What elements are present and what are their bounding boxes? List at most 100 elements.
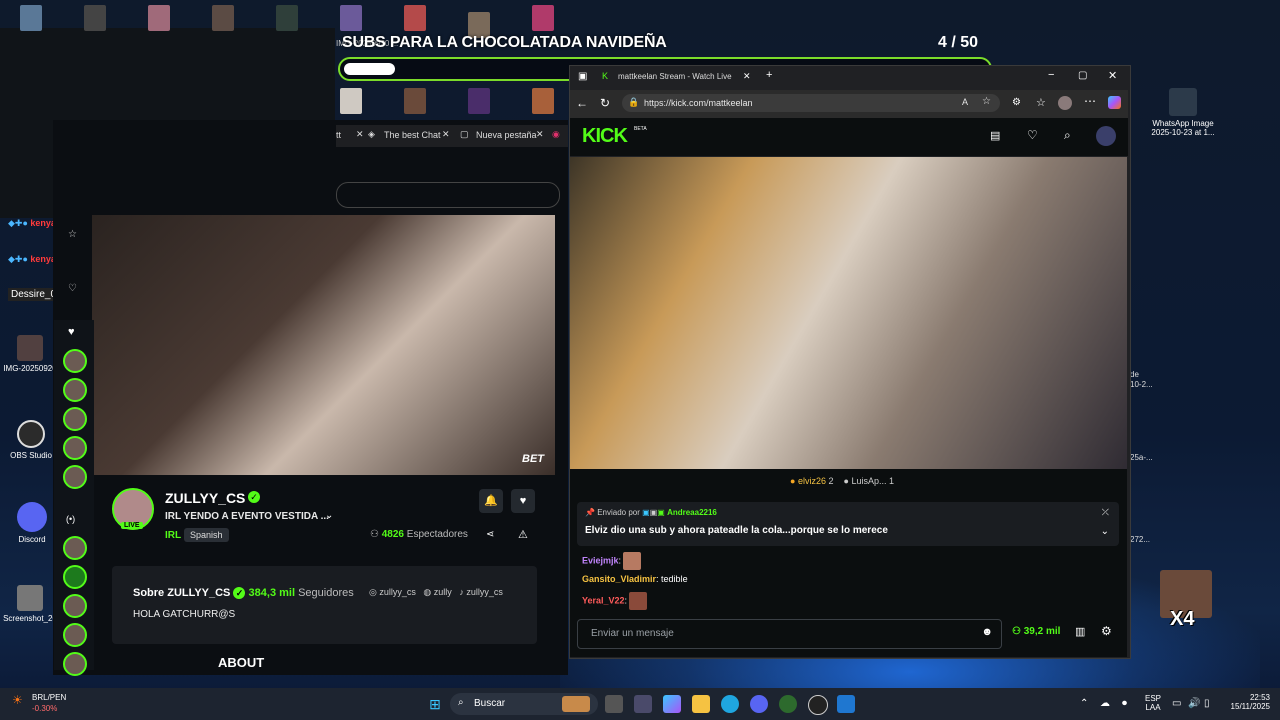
- copilot-app-icon[interactable]: [663, 695, 681, 713]
- tray-chevron-up-icon[interactable]: ⌃: [1080, 698, 1088, 709]
- notification-bell-button[interactable]: 🔔: [479, 489, 503, 513]
- file-explorer-icon[interactable]: [692, 695, 710, 713]
- tray-battery-icon[interactable]: ▯: [1204, 698, 1210, 709]
- close-icon[interactable]: ✕: [356, 129, 364, 140]
- clock[interactable]: 22:53 15/11/2025: [1226, 693, 1270, 711]
- maximize-icon[interactable]: ▢: [1078, 70, 1087, 81]
- desktop-thumb[interactable]: [532, 5, 554, 31]
- windows-start-icon[interactable]: ⊞: [426, 695, 444, 713]
- gifter-name[interactable]: LuisAp...: [851, 476, 886, 486]
- tray-cloud-icon[interactable]: ☁: [1100, 698, 1110, 709]
- bookmark-icon[interactable]: ☆: [982, 96, 991, 107]
- chat-username[interactable]: Eviejmjk: [582, 555, 619, 565]
- followed-channel-avatar[interactable]: [63, 565, 87, 589]
- chevron-down-icon[interactable]: ⌄: [325, 510, 333, 521]
- heart-icon[interactable]: ♥: [68, 326, 75, 338]
- url-field[interactable]: 🔒 https://kick.com/mattkeelan A ☆: [622, 94, 1000, 112]
- gear-icon[interactable]: ⚙: [1101, 624, 1112, 638]
- desktop-icon-whatsapp-image[interactable]: WhatsApp Image 2025-10-23 at 1...: [1148, 88, 1218, 137]
- unpin-icon[interactable]: ⤫: [1102, 507, 1109, 518]
- kick-logo[interactable]: KICK: [582, 125, 628, 148]
- left-address-bar[interactable]: [336, 182, 560, 208]
- close-icon[interactable]: ✕: [536, 129, 544, 140]
- followed-channel-avatar[interactable]: [63, 436, 87, 460]
- saved-icon[interactable]: ▤: [990, 129, 1000, 142]
- extensions-icon[interactable]: ⚙: [1012, 97, 1021, 108]
- tiktok-link[interactable]: zullyy_cs: [466, 587, 503, 597]
- desktop-thumb[interactable]: [532, 88, 554, 114]
- heart-outline-icon[interactable]: ♡: [68, 283, 77, 294]
- more-icon[interactable]: ⋯: [1084, 94, 1096, 108]
- favorites-icon[interactable]: ☆: [1036, 96, 1046, 109]
- search-icon[interactable]: ⌕: [1064, 128, 1071, 143]
- close-icon[interactable]: ✕: [442, 129, 450, 140]
- store-app-icon[interactable]: [634, 695, 652, 713]
- desktop-thumb[interactable]: [84, 5, 106, 31]
- share-icon[interactable]: ⋖: [486, 529, 494, 540]
- star-icon[interactable]: ☆: [68, 229, 77, 240]
- chat-username[interactable]: Yeral_V22: [582, 595, 625, 605]
- obs-app-icon[interactable]: [808, 695, 828, 715]
- tray-mic-icon[interactable]: ⏺: [1122, 698, 1127, 709]
- profile-avatar[interactable]: [1058, 96, 1072, 110]
- close-icon[interactable]: ✕: [743, 71, 751, 82]
- refresh-icon[interactable]: ↻: [600, 96, 610, 110]
- emoji-icon[interactable]: ☻: [981, 626, 993, 638]
- followed-channel-avatar[interactable]: [63, 407, 87, 431]
- heart-outline-icon[interactable]: ♡: [1027, 128, 1038, 142]
- user-avatar[interactable]: [1096, 126, 1116, 146]
- followed-channel-avatar[interactable]: [63, 536, 87, 560]
- gifter-name[interactable]: elviz26: [798, 476, 826, 486]
- tray-volume-icon[interactable]: 🔊: [1188, 698, 1200, 709]
- channel-name[interactable]: ZULLYY_CS: [165, 490, 245, 506]
- instagram-link[interactable]: zullyy_cs: [379, 587, 416, 597]
- desktop-thumb[interactable]: [340, 5, 362, 31]
- follow-heart-button[interactable]: ♥: [511, 489, 535, 513]
- tab-new-tab[interactable]: Nueva pestaña: [476, 130, 537, 140]
- followed-channel-avatar[interactable]: [63, 378, 87, 402]
- desktop-thumb[interactable]: [212, 5, 234, 31]
- close-window-icon[interactable]: ✕: [1108, 69, 1117, 82]
- tab-the-best-chat[interactable]: The best Chat: [384, 130, 441, 140]
- tab-kick-stream[interactable]: mattkeelan Stream - Watch Live: [618, 72, 732, 81]
- followed-channel-avatar[interactable]: [63, 465, 87, 489]
- left-stream-video[interactable]: [92, 215, 555, 475]
- desktop-thumb[interactable]: [468, 88, 490, 114]
- report-icon[interactable]: ⚠: [518, 528, 528, 541]
- desktop-thumb[interactable]: [404, 88, 426, 114]
- desktop-thumb[interactable]: [148, 5, 170, 31]
- followed-channel-avatar[interactable]: [63, 623, 87, 647]
- back-icon[interactable]: ←: [576, 96, 588, 110]
- minimize-icon[interactable]: −: [1048, 69, 1054, 81]
- tray-network-icon[interactable]: ▭: [1172, 698, 1181, 709]
- desktop-thumb[interactable]: [340, 88, 362, 114]
- instagram-icon[interactable]: ◉: [552, 129, 560, 140]
- pinned-user[interactable]: Andreaa2216: [667, 508, 717, 517]
- app-icon[interactable]: [837, 695, 855, 713]
- read-aloud-icon[interactable]: A: [962, 97, 968, 107]
- chevron-down-icon[interactable]: ⌄: [1101, 526, 1109, 537]
- discord-app-icon[interactable]: [750, 695, 768, 713]
- desktop-thumb[interactable]: [20, 5, 42, 31]
- desktop-thumb[interactable]: [404, 5, 426, 31]
- chat-username[interactable]: Gansito_Vladimir: [582, 574, 656, 584]
- discord-link[interactable]: zully: [434, 587, 452, 597]
- chat-input[interactable]: Enviar un mensaje ☻: [577, 619, 1002, 649]
- followed-channel-avatar[interactable]: [63, 594, 87, 618]
- new-tab-icon[interactable]: +: [766, 69, 772, 81]
- language-tag[interactable]: Spanish: [184, 528, 229, 542]
- taskbar-search[interactable]: ⌕ Buscar: [450, 693, 598, 715]
- edge-icon[interactable]: [721, 695, 739, 713]
- followed-channel-avatar[interactable]: [63, 652, 87, 676]
- store-icon[interactable]: ▥: [1075, 625, 1085, 638]
- copilot-icon[interactable]: [1108, 96, 1121, 109]
- task-view-icon[interactable]: [605, 695, 623, 713]
- right-stream-video[interactable]: [570, 157, 1127, 469]
- followed-channel-avatar[interactable]: [63, 349, 87, 373]
- desktop-thumb[interactable]: [276, 5, 298, 31]
- chrome-icon[interactable]: [779, 695, 797, 713]
- tab-fragment[interactable]: tt: [336, 130, 341, 140]
- language-indicator[interactable]: ESP LAA: [1145, 694, 1161, 712]
- category-link[interactable]: IRL: [165, 530, 181, 541]
- sidebar-toggle-icon[interactable]: ▣: [578, 71, 587, 82]
